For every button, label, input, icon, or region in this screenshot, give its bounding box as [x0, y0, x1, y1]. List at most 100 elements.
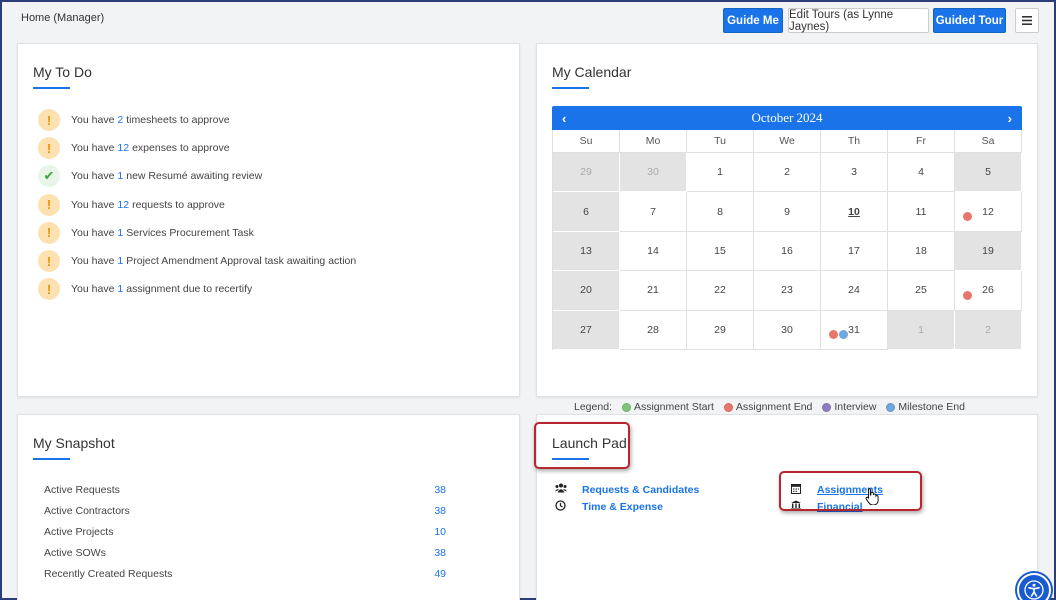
- todo-count-link[interactable]: 12: [117, 142, 129, 154]
- legend-item: Assignment Start: [621, 401, 714, 413]
- calendar-day-number: 14: [647, 244, 659, 257]
- snapshot-value-link[interactable]: 38: [434, 547, 446, 559]
- calendar-widget: ‹ October 2024 › Su Mo Tu We Th Fr Sa 29 30 1 2 3 4 5…: [552, 106, 1022, 350]
- calendar-title: My Calendar: [552, 64, 632, 80]
- todo-count-link[interactable]: 12: [117, 199, 129, 211]
- calendar-day[interactable]: 1: [888, 310, 955, 350]
- calendar-day[interactable]: 26: [955, 271, 1022, 311]
- calendar-day[interactable]: 21: [620, 271, 687, 311]
- calendar-day-number: 27: [580, 323, 592, 336]
- calendar-day[interactable]: 17: [821, 231, 888, 272]
- calendar-day[interactable]: 12: [955, 192, 1022, 232]
- hamburger-menu-button[interactable]: [1015, 8, 1039, 33]
- todo-text: You have: [71, 226, 115, 239]
- snapshot-value-link[interactable]: 38: [434, 484, 446, 496]
- calendar-day-number: 17: [848, 244, 860, 257]
- clock-icon: [554, 500, 567, 514]
- calendar-day-number: 11: [915, 205, 927, 218]
- calendar-day-number: 25: [915, 284, 927, 297]
- next-month-button[interactable]: ›: [1008, 111, 1012, 126]
- calendar-day[interactable]: 23: [754, 271, 821, 311]
- snapshot-row: Recently Created Requests 49: [44, 564, 446, 585]
- calendar-dow-header: Mo: [620, 130, 687, 153]
- calendar-day[interactable]: 24: [821, 271, 888, 311]
- calendar-day-number: 23: [781, 284, 793, 297]
- time-expense-label: Time & Expense: [582, 501, 663, 513]
- calendar-day-number: 16: [781, 244, 793, 257]
- calendar-day[interactable]: 13: [553, 231, 620, 272]
- accessibility-icon: [1024, 580, 1044, 600]
- calendar-day[interactable]: 7: [620, 192, 687, 232]
- calendar-day[interactable]: 10: [821, 192, 888, 232]
- prev-month-button[interactable]: ‹: [562, 111, 566, 126]
- calendar-day[interactable]: 2: [955, 310, 1022, 350]
- calendar-day[interactable]: 25: [888, 271, 955, 311]
- calendar-day[interactable]: 14: [620, 231, 687, 272]
- calendar-day[interactable]: 9: [754, 192, 821, 232]
- calendar-day[interactable]: 2: [754, 153, 821, 193]
- legend-swatch: [621, 402, 631, 412]
- breadcrumb: Home (Manager): [21, 12, 105, 24]
- todo-panel: My To Do ! You have 2 timesheets to approve…: [17, 43, 520, 397]
- todo-count-link[interactable]: 1: [117, 283, 123, 295]
- todo-item: ! You have 1 Services Procurement Task: [38, 219, 356, 247]
- calendar-day[interactable]: 3: [821, 153, 888, 193]
- calendar-day[interactable]: 29: [553, 153, 620, 193]
- calendar-day-number: 1: [717, 166, 723, 179]
- calendar-day[interactable]: 29: [687, 310, 754, 350]
- todo-count-link[interactable]: 2: [117, 114, 123, 126]
- calendar-day[interactable]: 1: [687, 153, 754, 193]
- snapshot-row: Active Projects 10: [44, 521, 446, 542]
- guide-me-button[interactable]: Guide Me: [723, 8, 783, 33]
- calendar-day[interactable]: 30: [620, 153, 687, 193]
- snapshot-value-link[interactable]: 49: [434, 568, 446, 580]
- calendar-day-number: 9: [784, 205, 790, 218]
- todo-count-link[interactable]: 1: [117, 170, 123, 182]
- calendar-dow-header: Su: [553, 130, 620, 153]
- calendar-day[interactable]: 28: [620, 310, 687, 350]
- snapshot-panel: My Snapshot Active Requests 38 Active Cont…: [17, 414, 520, 600]
- todo-count-link[interactable]: 1: [117, 255, 123, 267]
- time-expense-link[interactable]: Time & Expense: [554, 500, 663, 514]
- calendar-day[interactable]: 20: [553, 271, 620, 311]
- calendar-day[interactable]: 31: [821, 310, 888, 350]
- accessibility-button[interactable]: [1017, 573, 1051, 600]
- event-markers: [829, 329, 848, 339]
- legend-label: Legend:: [574, 401, 612, 413]
- snapshot-value-link[interactable]: 38: [434, 505, 446, 517]
- hamburger-icon: [1022, 16, 1032, 25]
- calendar-day[interactable]: 18: [888, 231, 955, 272]
- legend-item: Assignment End: [723, 401, 812, 413]
- edit-tours-button[interactable]: Edit Tours (as Lynne Jaynes): [788, 8, 929, 33]
- legend-item: Milestone End: [886, 401, 965, 413]
- requests-candidates-link[interactable]: Requests & Candidates: [554, 483, 699, 496]
- calendar-day[interactable]: 4: [888, 153, 955, 193]
- calendar-day[interactable]: 6: [553, 192, 620, 232]
- todo-text: expenses to approve: [132, 142, 230, 155]
- todo-text: new Resumé awaiting review: [126, 170, 263, 183]
- calendar-day[interactable]: 8: [687, 192, 754, 232]
- todo-item: ! You have 12 expenses to approve: [38, 134, 356, 162]
- calendar-day[interactable]: 11: [888, 192, 955, 232]
- calendar-day[interactable]: 16: [754, 231, 821, 272]
- calendar-day-number: 1: [918, 323, 924, 336]
- todo-text: Project Amendment Approval task awaiting…: [126, 255, 357, 268]
- snapshot-label: Active SOWs: [44, 547, 106, 560]
- calendar-day[interactable]: 19: [955, 231, 1022, 272]
- todo-item: ✔ You have 1 new Resumé awaiting review: [38, 162, 356, 190]
- calendar-day[interactable]: 5: [955, 153, 1022, 193]
- todo-count-link[interactable]: 1: [117, 227, 123, 239]
- calendar-day[interactable]: 15: [687, 231, 754, 272]
- calendar-day-number: 12: [982, 205, 994, 218]
- calendar-day[interactable]: 22: [687, 271, 754, 311]
- snapshot-value-link[interactable]: 10: [434, 526, 446, 538]
- guided-tour-button[interactable]: Guided Tour: [933, 8, 1006, 33]
- calendar-day-number: 19: [982, 244, 994, 257]
- calendar-day-number: 4: [918, 166, 924, 179]
- snapshot-row: Active Contractors 38: [44, 500, 446, 521]
- calendar-day[interactable]: 27: [553, 310, 620, 350]
- assignment-end-marker: [829, 329, 838, 339]
- calendar-grid: Su Mo Tu We Th Fr Sa 29 30 1 2 3 4 5 6 7 8 9 10 11 12 13 14 15 1…: [552, 130, 1022, 350]
- calendar-day[interactable]: 30: [754, 310, 821, 350]
- todo-text: requests to approve: [132, 198, 225, 211]
